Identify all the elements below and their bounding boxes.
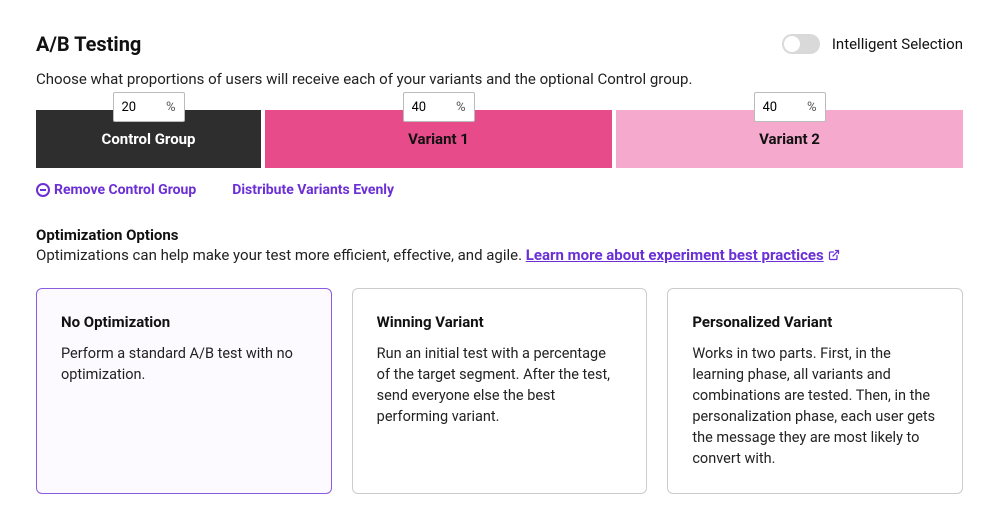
card-winning-variant-title: Winning Variant [377, 313, 623, 331]
external-link-icon [828, 249, 840, 261]
card-winning-variant[interactable]: Winning Variant Run an initial test with… [352, 288, 648, 494]
learn-more-link[interactable]: Learn more about experiment best practic… [526, 246, 840, 264]
control-label: Control Group [102, 130, 196, 148]
actions-row: Remove Control Group Distribute Variants… [36, 182, 963, 198]
optimization-cards-row: No Optimization Perform a standard A/B t… [36, 288, 963, 494]
distribute-evenly-button[interactable]: Distribute Variants Evenly [232, 182, 394, 198]
percent-sign: % [166, 100, 176, 115]
variants-row: % Control Group % Variant 1 % Variant 2 [36, 110, 963, 168]
card-no-optimization-title: No Optimization [61, 313, 307, 331]
percent-sign: % [807, 100, 817, 115]
variant2-label: Variant 2 [759, 130, 820, 148]
variant-block-control: % Control Group [36, 110, 261, 168]
remove-control-group-label: Remove Control Group [54, 182, 196, 198]
optimization-title: Optimization Options [36, 226, 963, 244]
card-no-optimization-body: Perform a standard A/B test with no opti… [61, 343, 307, 385]
page-subtitle: Choose what proportions of users will re… [36, 70, 963, 88]
control-percent-input-wrap[interactable]: % [113, 92, 185, 122]
control-percent-input[interactable] [122, 100, 150, 115]
variant1-percent-input-wrap[interactable]: % [403, 92, 475, 122]
variant1-label: Variant 1 [408, 130, 469, 148]
intelligent-selection-toggle[interactable] [782, 34, 820, 54]
card-winning-variant-body: Run an initial test with a percentage of… [377, 343, 623, 427]
optimization-subtitle-text: Optimizations can help make your test mo… [36, 246, 526, 264]
card-personalized-variant[interactable]: Personalized Variant Works in two parts.… [667, 288, 963, 494]
optimization-subtitle: Optimizations can help make your test mo… [36, 246, 963, 264]
percent-sign: % [456, 100, 466, 115]
variant1-percent-input[interactable] [412, 100, 440, 115]
header-row: A/B Testing Intelligent Selection [36, 32, 963, 56]
intelligent-selection-control: Intelligent Selection [782, 34, 963, 54]
optimization-section: Optimization Options Optimizations can h… [36, 226, 963, 264]
learn-more-label: Learn more about experiment best practic… [526, 246, 824, 264]
variant2-percent-input[interactable] [763, 100, 791, 115]
variant-block-1: % Variant 1 [265, 110, 612, 168]
distribute-evenly-label: Distribute Variants Evenly [232, 182, 394, 198]
card-personalized-variant-title: Personalized Variant [692, 313, 938, 331]
variant2-percent-input-wrap[interactable]: % [754, 92, 826, 122]
variant-block-2: % Variant 2 [616, 110, 963, 168]
minus-circle-icon [36, 183, 50, 197]
intelligent-selection-label: Intelligent Selection [832, 35, 963, 53]
remove-control-group-button[interactable]: Remove Control Group [36, 182, 196, 198]
page-title: A/B Testing [36, 32, 141, 56]
card-personalized-variant-body: Works in two parts. First, in the learni… [692, 343, 938, 469]
card-no-optimization[interactable]: No Optimization Perform a standard A/B t… [36, 288, 332, 494]
